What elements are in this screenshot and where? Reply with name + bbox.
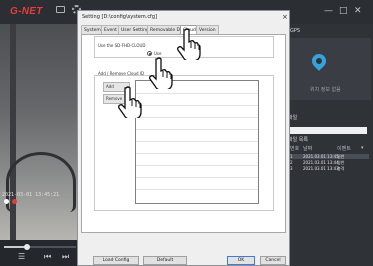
list-item[interactable]: 1 2021.03.01 13:45 일반: [289, 154, 369, 159]
cloud-id-label: Add / Remove Cloud ID: [98, 71, 145, 76]
map-status-text: 위치 정보 없음: [310, 87, 341, 93]
list-item[interactable]: 3 2021.03.01 13:43 충격: [289, 166, 369, 171]
gps-label: GPS: [290, 28, 301, 34]
list-item-no: 3: [290, 166, 293, 171]
use-cloud-radio[interactable]: [147, 51, 152, 56]
cloud-id-list[interactable]: [135, 80, 259, 204]
camera-timestamp: 2021-03-01 13:45:21: [2, 192, 60, 198]
next-icon[interactable]: ⏭: [62, 252, 69, 262]
list-item[interactable]: 2 2021.03.01 13:44 일반: [289, 160, 369, 165]
list-item-date: 2021.03.01 13:44: [303, 160, 339, 165]
menu-icon[interactable]: ☰: [18, 252, 25, 262]
column-event[interactable]: 이벤트: [337, 145, 351, 152]
list-line: [136, 165, 258, 166]
list-line: [136, 141, 258, 142]
minimize-button[interactable]: —: [324, 6, 333, 16]
file-list-label: 파일 목록: [288, 137, 308, 143]
list-item-no: 2: [290, 160, 293, 165]
column-no[interactable]: 번호: [290, 145, 299, 152]
hand-cursor-icon: [118, 86, 142, 118]
ok-button[interactable]: OK: [227, 256, 255, 265]
dialog-close-button[interactable]: ×: [282, 13, 288, 21]
list-line: [136, 117, 258, 118]
list-item-date: 2021.03.01 13:43: [303, 166, 339, 171]
list-item-no: 1: [290, 154, 293, 159]
list-line: [136, 153, 258, 154]
app-logo: G-NET: [10, 6, 43, 17]
dialog-title: Setting [D:\config\system.cfg]: [82, 14, 157, 20]
hand-cursor-icon: [149, 57, 173, 89]
previous-icon[interactable]: ⏮: [44, 252, 51, 262]
maximize-button[interactable]: □: [339, 6, 348, 16]
list-line: [136, 177, 258, 178]
cancel-button[interactable]: Cancel: [260, 256, 286, 265]
cloud-enable-label: Use the SD-FHD-CLOUD: [98, 43, 146, 48]
default-button[interactable]: Default: [143, 256, 187, 265]
list-item-type: 충격: [337, 166, 345, 171]
event-indicator-icon: [12, 199, 17, 204]
file-list-header: 번호 날짜 이벤트 ▾: [289, 144, 369, 152]
record-indicator-icon: [4, 199, 9, 204]
load-config-button[interactable]: Load Config: [93, 256, 139, 265]
list-line: [136, 189, 258, 190]
sort-chevron-icon[interactable]: ▾: [361, 145, 364, 151]
close-app-button[interactable]: ✕: [354, 6, 362, 16]
file-search-input[interactable]: [289, 127, 367, 134]
column-date[interactable]: 날짜: [303, 145, 312, 152]
camera-video-view[interactable]: [0, 24, 78, 240]
list-line: [136, 93, 258, 94]
hand-cursor-icon: [177, 28, 201, 60]
folder-icon[interactable]: [56, 6, 65, 13]
list-item-date: 2021.03.01 13:45: [303, 154, 339, 159]
list-line: [136, 129, 258, 130]
use-cloud-radio-label: Use: [154, 51, 162, 56]
list-line: [136, 105, 258, 106]
playback-progress-handle[interactable]: [24, 244, 30, 250]
